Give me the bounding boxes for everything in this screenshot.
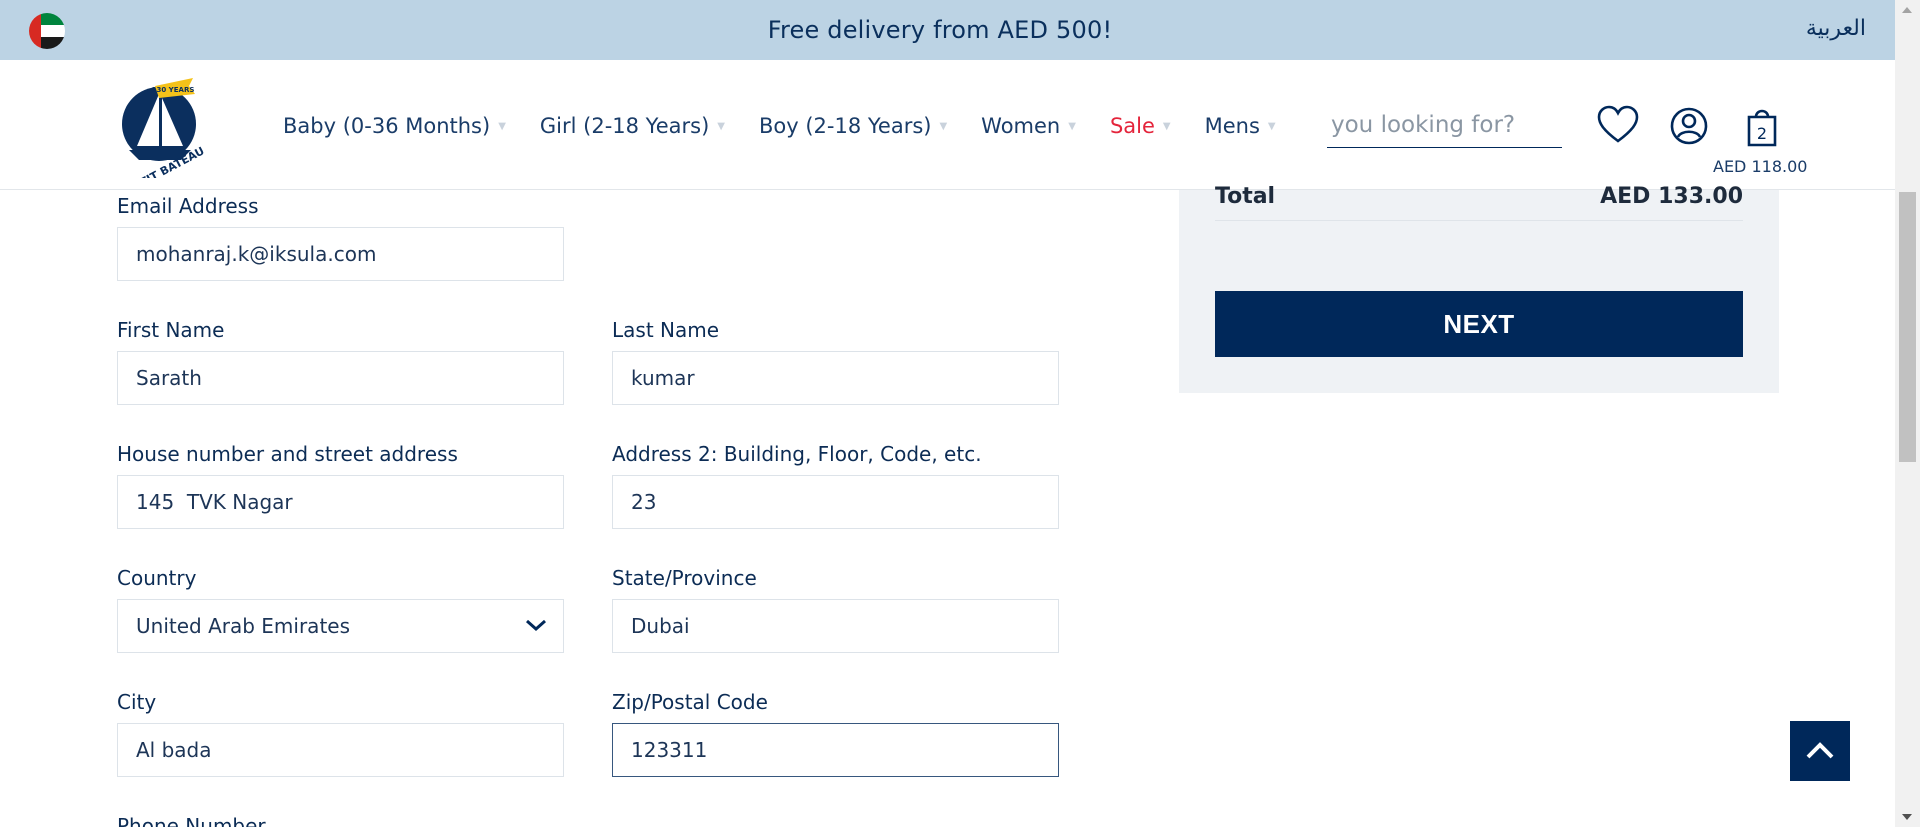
user-account-icon[interactable] <box>1668 105 1710 147</box>
logo-badge-text: 130 YEARS <box>152 86 195 94</box>
country-label: Country <box>117 566 197 590</box>
chevron-down-icon: ▼ <box>939 120 948 132</box>
page-scrollbar[interactable] <box>1895 0 1920 827</box>
address2-field <box>612 475 1059 529</box>
address2-input[interactable] <box>631 490 1058 514</box>
nav-item-label: Girl (2-18 Years) <box>539 114 710 138</box>
chevron-down-icon: ▼ <box>498 120 506 132</box>
promo-bar: Free delivery from AED 500! العربية <box>0 0 1895 60</box>
last-name-label: Last Name <box>612 318 720 342</box>
city-field <box>117 723 564 777</box>
email-field <box>117 227 564 281</box>
nav-item-label: Women <box>981 114 1061 138</box>
city-label: City <box>117 690 157 714</box>
scroll-down-arrow-icon[interactable] <box>1902 814 1912 820</box>
heart-icon[interactable] <box>1597 105 1639 147</box>
cart-total[interactable]: AED 118.00 <box>1713 157 1807 176</box>
address2-label: Address 2: Building, Floor, Code, etc. <box>612 442 982 466</box>
nav-item-label: Boy (2-18 Years) <box>758 114 932 138</box>
email-input[interactable] <box>136 242 563 266</box>
total-label: Total <box>1215 184 1276 209</box>
address1-field <box>117 475 564 529</box>
country-select[interactable]: United Arab Emirates <box>117 599 564 653</box>
last-name-field <box>612 351 1059 405</box>
chevron-down-icon: ▼ <box>1162 120 1171 132</box>
nav-item-baby[interactable]: Baby (0-36 Months) ▼ <box>283 114 506 138</box>
zip-field <box>612 723 1059 777</box>
search-box <box>1327 103 1562 148</box>
next-button[interactable]: NEXT <box>1215 291 1743 357</box>
chevron-down-icon: ▼ <box>717 120 725 132</box>
state-label: State/Province <box>612 566 757 590</box>
nav-item-mens[interactable]: Mens ▼ <box>1205 114 1276 138</box>
email-label: Email Address <box>117 194 259 218</box>
address1-input[interactable] <box>136 490 563 514</box>
last-name-input[interactable] <box>631 366 1058 390</box>
zip-input[interactable] <box>631 738 1058 762</box>
shopping-bag-icon[interactable]: 2 <box>1741 105 1783 147</box>
search-input[interactable] <box>1331 112 1562 138</box>
state-field <box>612 599 1059 653</box>
summary-total-row: Total AED 133.00 <box>1215 184 1743 221</box>
nav-item-label: Sale <box>1109 114 1155 138</box>
site-header: 130 YEARS PETIT BATEAU Baby (0-36 Months… <box>0 60 1895 190</box>
first-name-label: First Name <box>117 318 225 342</box>
city-input[interactable] <box>136 738 563 762</box>
scrollbar-thumb[interactable] <box>1899 192 1916 462</box>
chevron-up-icon <box>1806 742 1834 759</box>
main-nav: Baby (0-36 Months) ▼ Girl (2-18 Years) ▼… <box>283 114 1310 138</box>
language-switch-link[interactable]: العربية <box>1806 16 1866 41</box>
scroll-up-arrow-icon[interactable] <box>1902 7 1912 13</box>
promo-message: Free delivery from AED 500! <box>767 16 1113 44</box>
chevron-down-icon: ▼ <box>1267 120 1276 132</box>
nav-item-boy[interactable]: Boy (2-18 Years) ▼ <box>759 114 947 138</box>
cart-count-badge: 2 <box>1757 124 1767 143</box>
chevron-down-icon: ▼ <box>1068 120 1076 132</box>
first-name-field <box>117 351 564 405</box>
back-to-top-button[interactable] <box>1790 721 1850 781</box>
nav-item-sale[interactable]: Sale ▼ <box>1110 114 1171 138</box>
address1-label: House number and street address <box>117 442 458 466</box>
nav-item-label: Mens <box>1204 114 1260 138</box>
first-name-input[interactable] <box>136 366 563 390</box>
country-selected-value: United Arab Emirates <box>136 614 351 638</box>
zip-label: Zip/Postal Code <box>612 690 768 714</box>
order-summary: Total AED 133.00 NEXT <box>1179 184 1779 393</box>
nav-item-label: Baby (0-36 Months) <box>283 114 491 138</box>
total-value: AED 133.00 <box>1600 184 1743 209</box>
state-input[interactable] <box>631 614 1058 638</box>
chevron-down-icon <box>526 619 546 632</box>
nav-item-women[interactable]: Women ▼ <box>981 114 1076 138</box>
nav-item-girl[interactable]: Girl (2-18 Years) ▼ <box>540 114 725 138</box>
petit-bateau-logo[interactable]: 130 YEARS PETIT BATEAU <box>115 74 215 178</box>
phone-label: Phone Number <box>117 814 266 827</box>
